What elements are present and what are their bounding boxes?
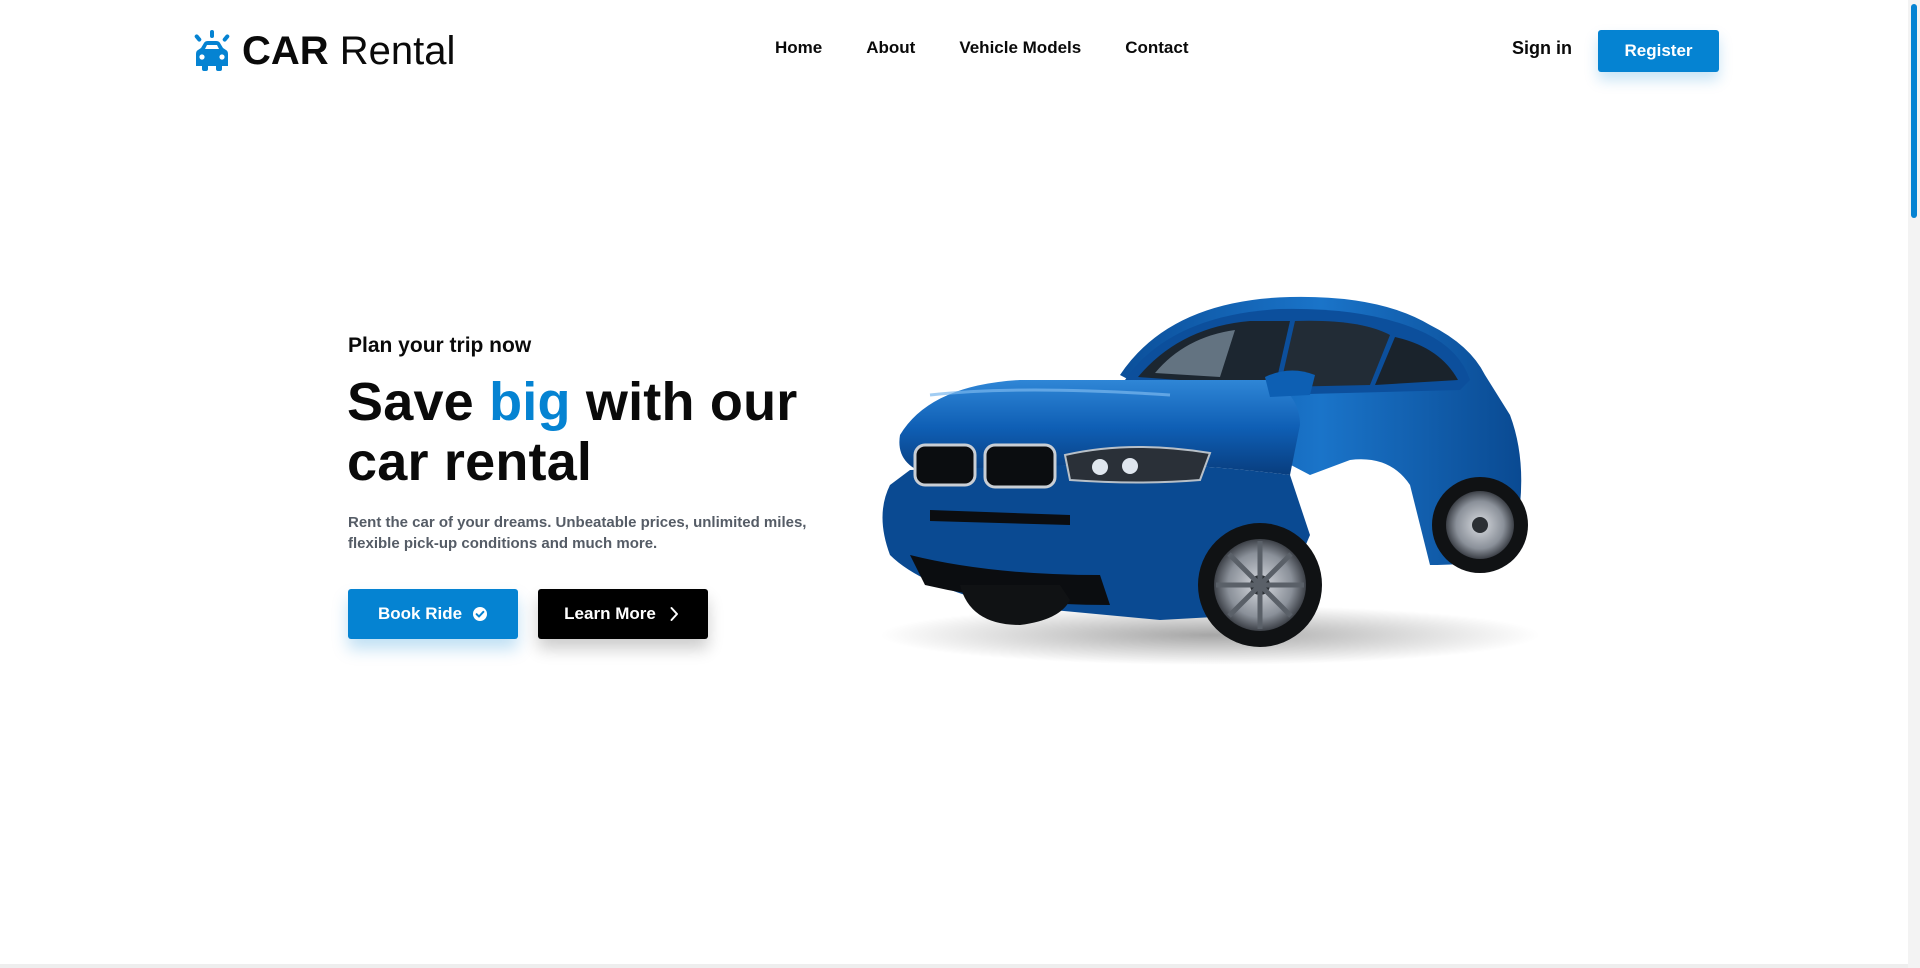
site-header: CAR Rental Home About Vehicle Models Con…	[0, 0, 1908, 100]
nav-item-home: Home	[775, 38, 822, 58]
hero-title-accent: big	[489, 372, 571, 432]
main-nav: Home About Vehicle Models Contact	[775, 38, 1189, 58]
hero-pretitle: Plan your trip now	[348, 334, 532, 357]
brand-logo[interactable]: CAR Rental	[192, 28, 455, 74]
sign-in-link[interactable]: Sign in	[1512, 38, 1572, 59]
hero-car-image	[880, 296, 1540, 665]
page-scrollbar[interactable]	[1908, 0, 1920, 968]
hero-title-before: Save	[347, 372, 490, 432]
learn-more-label: Learn More	[564, 604, 656, 623]
brand-name-light: Rental	[339, 29, 456, 73]
nav-link-about[interactable]: About	[866, 38, 915, 57]
next-section-edge	[0, 964, 1908, 968]
nav-link-contact[interactable]: Contact	[1125, 38, 1188, 57]
learn-more-button[interactable]: Learn More	[538, 589, 708, 639]
nav-item-contact: Contact	[1125, 38, 1188, 58]
nav-item-vehicle-models: Vehicle Models	[959, 38, 1081, 58]
book-ride-button[interactable]: Book Ride	[348, 589, 518, 639]
nav-item-about: About	[866, 38, 915, 58]
scrollbar-thumb[interactable]	[1911, 4, 1917, 218]
brand-name-strong: CAR	[242, 29, 329, 73]
nav-link-vehicle-models[interactable]: Vehicle Models	[959, 38, 1081, 57]
brand-name: CAR Rental	[242, 28, 455, 74]
hero-description: Rent the car of your dreams. Unbeatable …	[348, 514, 807, 552]
car-icon	[194, 30, 230, 71]
check-circle-icon	[473, 607, 488, 621]
chevron-right-icon	[670, 607, 678, 621]
hero-title: Save big with our car rental	[347, 372, 867, 492]
nav-link-home[interactable]: Home	[775, 38, 822, 57]
register-button[interactable]: Register	[1598, 30, 1719, 72]
book-ride-label: Book Ride	[377, 604, 463, 623]
